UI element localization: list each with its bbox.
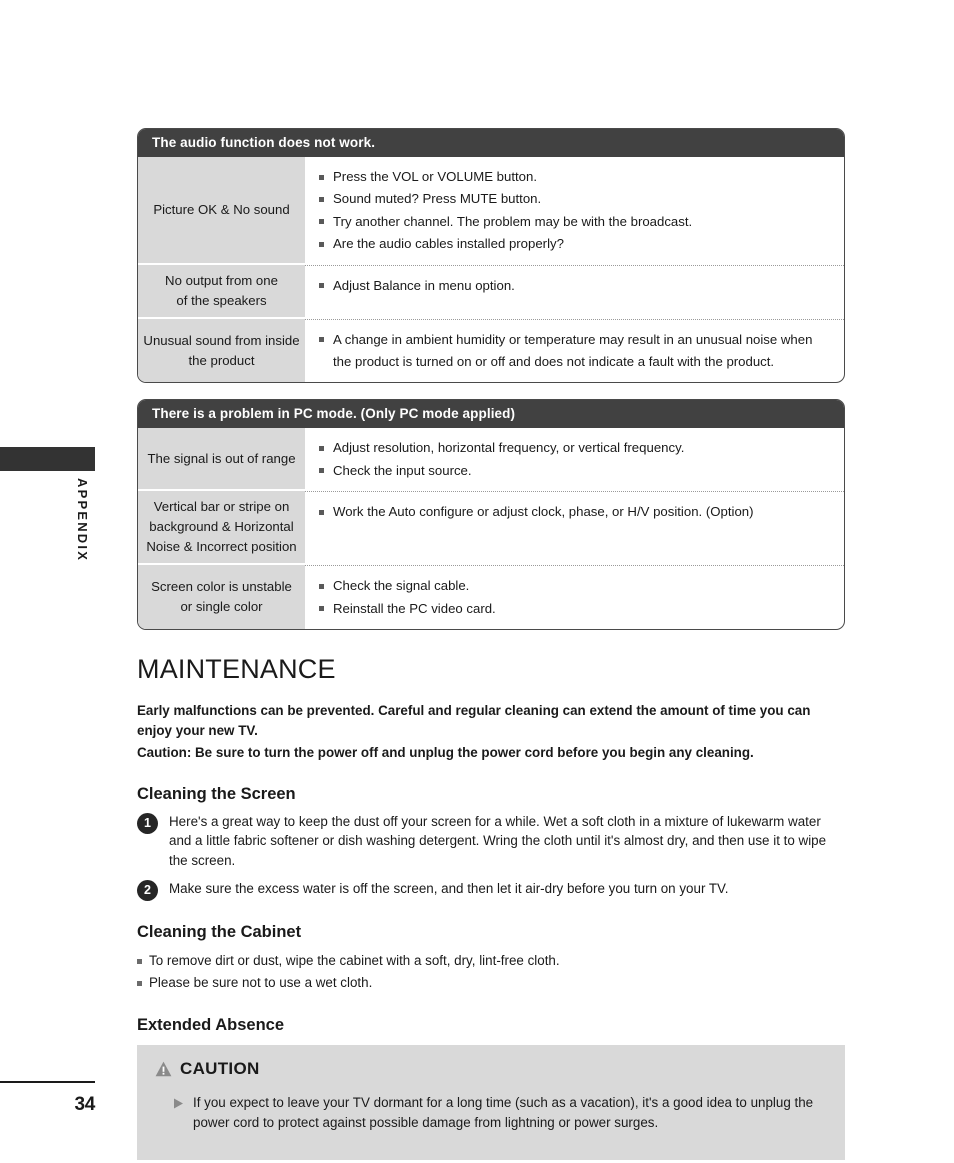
bullet-item: Sound muted? Press MUTE button. bbox=[319, 188, 834, 210]
step-item: 2 Make sure the excess water is off the … bbox=[137, 879, 845, 902]
row-content: Adjust resolution, horizontal frequency,… bbox=[305, 428, 844, 491]
page-number: 34 bbox=[74, 1094, 95, 1115]
table-row: Unusual sound from inside the product A c… bbox=[138, 318, 844, 383]
step-text: Make sure the excess water is off the sc… bbox=[169, 881, 729, 897]
footer-divider bbox=[0, 1081, 95, 1083]
troubleshooting-table-audio: The audio function does not work. Pictur… bbox=[137, 128, 845, 384]
caution-title: CAUTION bbox=[180, 1059, 260, 1079]
bullet-item: Work the Auto configure or adjust clock,… bbox=[319, 501, 834, 523]
bullet-item: Adjust Balance in menu option. bbox=[319, 275, 834, 297]
caution-text: If you expect to leave your TV dormant f… bbox=[193, 1095, 814, 1130]
table-row: The signal is out of range Adjust resolu… bbox=[138, 428, 844, 492]
caution-box: CAUTION If you expect to leave your TV d… bbox=[137, 1045, 845, 1161]
step-item: 1 Here's a great way to keep the dust of… bbox=[137, 812, 845, 871]
maintenance-intro-1: Early malfunctions can be prevented. Car… bbox=[137, 703, 811, 738]
row-label: Unusual sound from inside the product bbox=[138, 318, 305, 383]
row-label-text: Screen color is unstable or single color bbox=[151, 579, 292, 615]
row-label-text: Vertical bar or stripe on background & Ho… bbox=[146, 499, 297, 555]
step-number-badge: 2 bbox=[137, 880, 158, 902]
bullet-item: Are the audio cables installed properly? bbox=[319, 233, 834, 255]
bullet-item: Please be sure not to use a wet cloth. bbox=[137, 972, 845, 994]
maintenance-intro-2: Caution: Be sure to turn the power off a… bbox=[137, 745, 754, 761]
row-content: Check the signal cable. Reinstall the PC… bbox=[305, 565, 844, 629]
row-label: Vertical bar or stripe on background & Ho… bbox=[138, 491, 305, 566]
table-body-pc-mode: The signal is out of range Adjust resolu… bbox=[138, 428, 844, 630]
table-row: No output from one of the speakers Adjust… bbox=[138, 264, 844, 319]
appendix-tab-marker bbox=[0, 447, 95, 471]
row-content: Press the VOL or VOLUME button. Sound mu… bbox=[305, 157, 844, 265]
page-title-maintenance: MAINTENANCE bbox=[137, 654, 336, 685]
row-label-text: Unusual sound from inside the product bbox=[143, 332, 300, 368]
page-content: The audio function does not work. Pictur… bbox=[137, 0, 845, 1161]
heading-cleaning-cabinet: Cleaning the Cabinet bbox=[137, 923, 302, 942]
bullet-item: Check the signal cable. bbox=[319, 575, 834, 597]
step-number-badge: 1 bbox=[137, 812, 158, 834]
row-label-text: Picture OK & No sound bbox=[153, 201, 290, 217]
bullet-item: Reinstall the PC video card. bbox=[319, 598, 834, 620]
section-label-appendix: APPENDIX bbox=[75, 478, 90, 563]
table-row: Vertical bar or stripe on background & Ho… bbox=[138, 491, 844, 566]
bullet-item: Adjust resolution, horizontal frequency,… bbox=[319, 437, 834, 459]
row-label: Screen color is unstable or single color bbox=[138, 565, 305, 630]
caution-title-row: CAUTION bbox=[155, 1059, 827, 1079]
row-label-text: No output from one of the speakers bbox=[165, 272, 278, 308]
row-label-text: The signal is out of range bbox=[147, 450, 296, 466]
bullet-item: To remove dirt or dust, wipe the cabinet… bbox=[137, 950, 845, 972]
triangle-bullet-icon bbox=[174, 1098, 183, 1109]
row-content: Adjust Balance in menu option. bbox=[305, 264, 844, 319]
table-body-audio: Picture OK & No sound Press the VOL or V… bbox=[138, 157, 844, 383]
caution-item: If you expect to leave your TV dormant f… bbox=[155, 1093, 827, 1132]
bullet-item: Check the input source. bbox=[319, 460, 834, 482]
row-content: Work the Auto configure or adjust clock,… bbox=[305, 491, 844, 565]
table-header-audio: The audio function does not work. bbox=[138, 129, 844, 157]
bullet-item: Try another channel. The problem may be … bbox=[319, 211, 834, 233]
table-header-pc-mode: There is a problem in PC mode. (Only PC … bbox=[138, 400, 844, 429]
step-text: Here's a great way to keep the dust off … bbox=[169, 813, 827, 868]
heading-extended-absence: Extended Absence bbox=[137, 1016, 285, 1035]
table-row: Picture OK & No sound Press the VOL or V… bbox=[138, 157, 844, 265]
row-label: No output from one of the speakers bbox=[138, 264, 305, 319]
heading-cleaning-screen: Cleaning the Screen bbox=[137, 784, 296, 803]
row-label: The signal is out of range bbox=[138, 428, 305, 492]
table-row: Screen color is unstable or single color … bbox=[138, 565, 844, 630]
warning-triangle-icon bbox=[155, 1061, 172, 1077]
bullet-item: Press the VOL or VOLUME button. bbox=[319, 166, 834, 188]
bullet-item: A change in ambient humidity or temperat… bbox=[319, 329, 834, 374]
row-label: Picture OK & No sound bbox=[138, 157, 305, 265]
troubleshooting-table-pc-mode: There is a problem in PC mode. (Only PC … bbox=[137, 399, 845, 631]
row-content: A change in ambient humidity or temperat… bbox=[305, 318, 844, 383]
